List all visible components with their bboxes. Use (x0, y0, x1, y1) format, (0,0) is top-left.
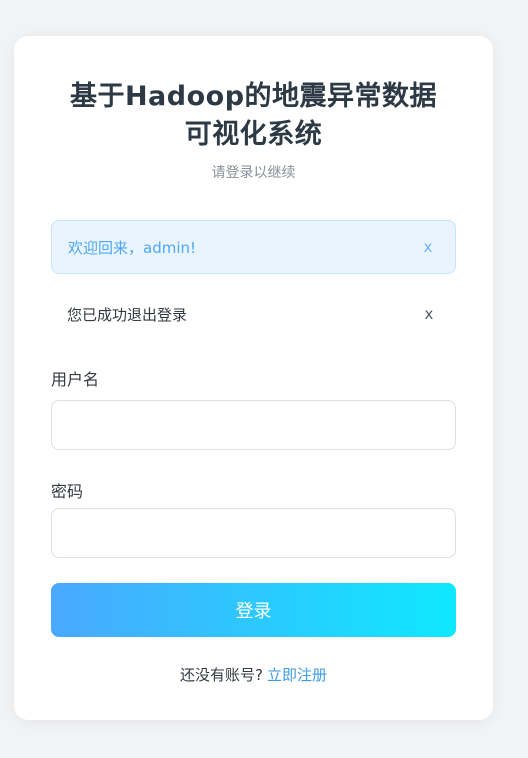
register-prompt-text: 还没有账号? (180, 666, 263, 684)
close-icon[interactable]: x (417, 238, 439, 256)
logout-alert: 您已成功退出登录 x (51, 287, 456, 341)
page-subtitle: 请登录以继续 (211, 165, 296, 181)
password-label: 密码 (51, 482, 84, 501)
username-field[interactable] (51, 400, 456, 450)
register-link[interactable]: 立即注册 (267, 666, 327, 684)
title-line-2: 可视化系统 (184, 119, 323, 150)
title-line-1: 基于Hadoop的地震异常数据 (69, 81, 438, 112)
close-icon[interactable]: x (418, 305, 440, 323)
welcome-alert-message: 欢迎回来，admin! (68, 238, 197, 257)
password-field[interactable] (51, 508, 456, 558)
login-card: 基于Hadoop的地震异常数据 可视化系统 请登录以继续 欢迎回来，admin!… (14, 36, 493, 720)
login-button[interactable]: 登录 (51, 583, 456, 637)
page-title: 基于Hadoop的地震异常数据 可视化系统 (14, 78, 493, 154)
register-prompt: 还没有账号? 立即注册 (14, 664, 493, 685)
welcome-alert: 欢迎回来，admin! x (51, 220, 456, 274)
logout-alert-message: 您已成功退出登录 (67, 305, 188, 324)
username-label: 用户名 (51, 370, 100, 389)
